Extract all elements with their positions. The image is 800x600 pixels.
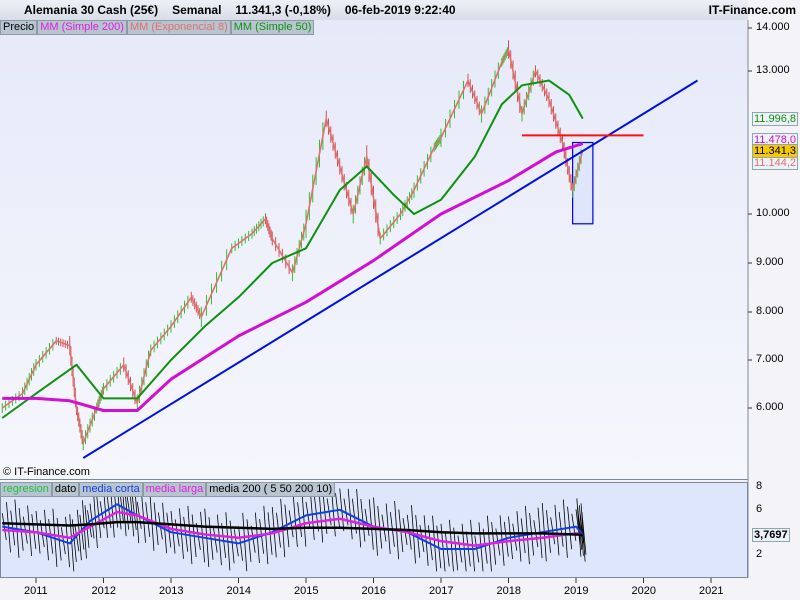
year-label: 2018 bbox=[496, 585, 521, 597]
indicator-legend-2[interactable]: media corta bbox=[79, 482, 143, 497]
price-label-last: 11.341,3 bbox=[752, 144, 799, 158]
indicator-tick-label: 8 bbox=[756, 480, 763, 493]
year-label: 2020 bbox=[631, 585, 656, 597]
year-label: 2012 bbox=[91, 585, 116, 597]
indicator-legend-3[interactable]: media larga bbox=[142, 482, 207, 497]
price-tick-label: 9.000 bbox=[756, 256, 784, 268]
price-label-ema8: 11.144,2 bbox=[752, 156, 799, 170]
indicator-value-label: 3,7697 bbox=[752, 527, 790, 542]
price-tick-label: 10.000 bbox=[756, 207, 790, 219]
indicator-canvas bbox=[1, 482, 587, 572]
price-tick-label: 6.000 bbox=[756, 401, 784, 413]
indicator-legend-4[interactable]: media 200 ( 5 50 200 10) bbox=[206, 482, 336, 497]
year-label: 2021 bbox=[699, 585, 724, 597]
indicator-tick-label: 6 bbox=[756, 502, 763, 515]
year-label: 2017 bbox=[429, 585, 454, 597]
indicator-legend: regresion dato media corta media larga media… bbox=[0, 482, 336, 497]
price-tick-label: 8.000 bbox=[756, 305, 784, 317]
indicator-legend-1[interactable]: dato bbox=[51, 482, 80, 497]
dato-line bbox=[440, 523, 446, 572]
dato-line bbox=[461, 523, 467, 572]
year-label: 2014 bbox=[226, 585, 251, 597]
price-tick-label: 14.000 bbox=[756, 21, 790, 33]
price-tick-label: 13.000 bbox=[756, 64, 790, 76]
indicator-tick-label: 2 bbox=[756, 547, 763, 560]
dato-line bbox=[432, 515, 438, 572]
year-label: 2016 bbox=[361, 585, 386, 597]
dato-line bbox=[449, 519, 454, 572]
price-tick-label: 7.000 bbox=[756, 353, 784, 365]
year-label: 2015 bbox=[294, 585, 319, 597]
copyright: © IT-Finance.com bbox=[3, 466, 90, 478]
indicator-legend-0[interactable]: regresion bbox=[0, 482, 52, 497]
price-label-ma50: 11.996,8 bbox=[752, 111, 799, 126]
year-label: 2019 bbox=[564, 585, 589, 597]
year-label: 2013 bbox=[159, 585, 184, 597]
year-label: 2011 bbox=[24, 585, 48, 597]
